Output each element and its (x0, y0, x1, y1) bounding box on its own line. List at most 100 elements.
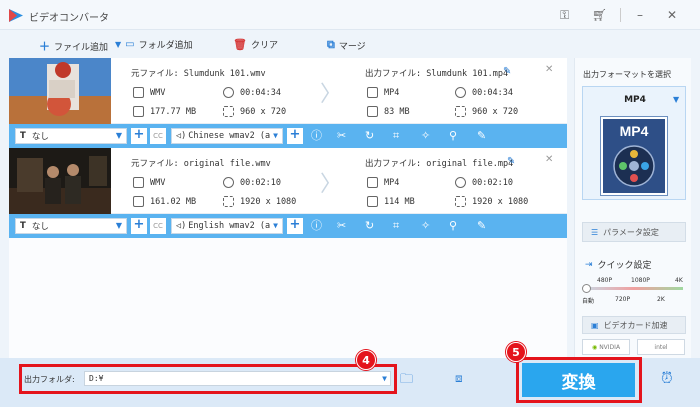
nvidia-logo-icon: ◉ (591, 343, 598, 351)
add-audio-button[interactable]: + (287, 128, 303, 144)
add-audio-button[interactable]: + (287, 218, 303, 234)
file-list: 元ファイル: Slumdunk 101.wmv 出力ファイル: Slumdunk… (9, 58, 567, 358)
crop-icon[interactable]: ⌗ (393, 129, 399, 143)
output-duration: 00:02:10 (455, 177, 513, 188)
resolution-icon (455, 106, 466, 117)
source-duration: 00:02:10 (223, 177, 281, 188)
info-icon[interactable]: ⓘ (311, 129, 322, 143)
merge-button[interactable]: ⧉ マージ (327, 38, 366, 52)
file-card: 元ファイル: Slumdunk 101.wmv 出力ファイル: Slumdunk… (9, 58, 567, 124)
merge-icon: ⧉ (327, 38, 335, 51)
format-name: MP4 (624, 95, 646, 105)
resolution-icon (455, 196, 466, 207)
subtitle-select[interactable]: T なし ▼ (15, 128, 127, 144)
film-reel-icon (613, 145, 655, 187)
edit-icon[interactable]: ✎ (477, 219, 486, 233)
divider-chevron-icon: 〉 (320, 82, 343, 107)
info-icon[interactable]: ⓘ (311, 219, 322, 233)
watermark-icon[interactable]: ⚲ (449, 129, 457, 143)
cart-icon[interactable]: 🛒︎ (592, 9, 607, 21)
format-art-label: MP4 (619, 123, 649, 139)
close-icon[interactable]: ✕ (667, 9, 677, 21)
trash-icon: 🗑︎ (233, 38, 247, 51)
list-item[interactable]: 元ファイル: original file.wmv 出力ファイル: origina… (9, 148, 567, 238)
clear-button[interactable]: 🗑︎ クリア (233, 38, 278, 51)
output-duration: 00:04:34 (455, 87, 513, 98)
audio-track-select[interactable]: ◁) English wmav2 (a ▼ (171, 218, 283, 234)
rotate-icon[interactable]: ↻ (365, 129, 374, 143)
value-text: 960 x 720 (240, 106, 287, 117)
output-format-selector[interactable]: MP4 ▼ MP4 (582, 86, 686, 200)
quality-slider-track[interactable] (585, 287, 683, 290)
quick-settings-label: クイック設定 (597, 261, 652, 271)
format-icon (133, 177, 144, 188)
quality-slider-handle[interactable] (582, 284, 591, 293)
alarm-clock-icon[interactable]: ⏰︎ (661, 369, 673, 387)
effects-wand-icon[interactable]: ✧ (421, 129, 430, 143)
sliders-icon: ☰ (591, 227, 599, 237)
add-subtitle-button[interactable]: + (131, 218, 147, 234)
slider-label: 自動 (582, 298, 595, 305)
cc-icon[interactable]: CC (150, 128, 166, 144)
edit-bar: T なし ▼ + CC ◁) Chinese wmav2 (a ▼ + ⓘ ✂ … (9, 124, 567, 148)
output-filename: 出力ファイル: original file.mp4 (365, 159, 514, 169)
add-file-button[interactable]: ＋ ファイル追加 (39, 38, 108, 54)
chevron-down-icon: ▼ (115, 131, 122, 140)
gpu-acceleration-button[interactable]: ▣ ビデオカード加速 (582, 316, 686, 334)
scissors-icon[interactable]: ✂ (337, 129, 346, 143)
vendor-label: intel (654, 343, 668, 351)
watermark-icon[interactable]: ⚲ (449, 219, 457, 233)
export-folder-icon[interactable]: ⧈ (455, 371, 463, 386)
chevron-down-icon: ▼ (115, 221, 122, 230)
value-text: WMV (150, 177, 166, 188)
effects-wand-icon[interactable]: ✧ (421, 219, 430, 233)
source-format: WMV (133, 177, 165, 188)
video-thumbnail[interactable] (9, 148, 111, 214)
add-subtitle-button[interactable]: + (131, 128, 147, 144)
crop-icon[interactable]: ⌗ (393, 219, 399, 233)
cc-icon[interactable]: CC (150, 218, 166, 234)
dropdown-arrow-icon[interactable]: ▼ (115, 40, 121, 49)
rotate-icon[interactable]: ↻ (365, 219, 374, 233)
output-size: 114 MB (367, 196, 415, 207)
clear-label: クリア (250, 41, 278, 51)
subtitle-value: なし (31, 132, 49, 142)
chip-icon: ▣ (591, 320, 599, 330)
subtitle-select[interactable]: T なし ▼ (15, 218, 127, 234)
minimize-icon[interactable]: – (637, 9, 643, 21)
key-icon[interactable]: ⚿ (560, 9, 569, 21)
window-title: ビデオコンバータ (29, 13, 109, 24)
output-resolution: 1920 x 1080 (455, 196, 528, 207)
source-filename: 元ファイル: Slumdunk 101.wmv (131, 69, 266, 79)
open-folder-icon[interactable]: 🗀︎ (400, 370, 413, 392)
file-size-icon (133, 196, 144, 207)
edit-icon[interactable]: ✎ (477, 129, 486, 143)
source-resolution: 1920 x 1080 (223, 196, 296, 207)
value-text: 00:04:34 (240, 87, 281, 98)
list-item[interactable]: 元ファイル: Slumdunk 101.wmv 出力ファイル: Slumdunk… (9, 58, 567, 148)
nvidia-badge: ◉ NVIDIA (582, 339, 630, 355)
merge-label: マージ (338, 41, 366, 52)
value-text: MP4 (384, 87, 400, 98)
format-icon (367, 87, 378, 98)
resolution-icon (223, 106, 234, 117)
highlight-box-convert (516, 357, 642, 403)
video-thumbnail[interactable] (9, 58, 111, 124)
quick-slider-icon: ⇥ (585, 259, 593, 270)
add-folder-button[interactable]: ▼ ▭ フォルダ追加 (115, 38, 193, 51)
chevron-down-icon: ▼ (273, 221, 278, 230)
subtitle-value: なし (31, 222, 49, 232)
remove-file-icon[interactable]: ✕ (545, 154, 553, 165)
app-logo-icon (9, 9, 23, 22)
remove-file-icon[interactable]: ✕ (545, 64, 553, 75)
titlebar-divider (620, 8, 621, 22)
quick-settings: ⇥ クイック設定 (585, 258, 652, 272)
value-text: 114 MB (384, 196, 415, 207)
format-art: MP4 (601, 117, 667, 195)
scissors-icon[interactable]: ✂ (337, 219, 346, 233)
edit-pen-icon[interactable]: ✎ (503, 66, 511, 77)
audio-track-select[interactable]: ◁) Chinese wmav2 (a ▼ (171, 128, 283, 144)
value-text: MP4 (384, 177, 400, 188)
edit-pen-icon[interactable]: ✎ (507, 156, 515, 167)
parameter-settings-button[interactable]: ☰ パラメータ設定 (582, 222, 686, 242)
